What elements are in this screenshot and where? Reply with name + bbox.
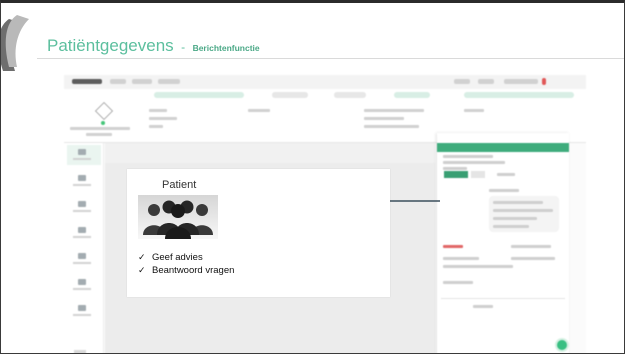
message-side-panel <box>437 133 569 353</box>
title-separator: - <box>181 40 186 54</box>
checklist-item-label: Geef advies <box>152 252 203 263</box>
people-group-icon <box>138 195 218 239</box>
avatar-icon <box>94 101 114 121</box>
floating-action-button <box>555 338 569 352</box>
app-topbar <box>64 75 586 89</box>
checkmark-icon: ✓ <box>138 265 146 275</box>
side-panel-header <box>437 143 569 152</box>
app-tabs <box>64 89 586 101</box>
checklist-item: ✓ Beantwoord vragen <box>138 264 234 277</box>
left-nav-rail <box>64 143 104 353</box>
slide: Patiëntgegevens - Berichtenfunctie Patie… <box>0 0 625 354</box>
checkmark-icon: ✓ <box>138 252 146 262</box>
callout-title: Patient <box>162 179 197 191</box>
status-dot <box>101 121 105 125</box>
advice-checklist: ✓ Geef advies ✓ Beantwoord vragen <box>138 251 234 277</box>
title-divider <box>37 58 624 59</box>
patient-callout: Patient ✓ Geef advies ✓ Beantwoord vrage… <box>127 169 390 297</box>
checklist-item-label: Beantwoord vragen <box>152 265 235 276</box>
panel-action-button <box>444 171 468 178</box>
corner-decoration-icon <box>1 15 29 71</box>
slide-subtitle: Berichtenfunctie <box>192 43 260 53</box>
slide-title: Patiëntgegevens <box>47 36 174 55</box>
content-tab-strip <box>105 143 435 163</box>
checklist-item: ✓ Geef advies <box>138 251 234 264</box>
slide-title-block: Patiëntgegevens - Berichtenfunctie <box>47 36 260 56</box>
